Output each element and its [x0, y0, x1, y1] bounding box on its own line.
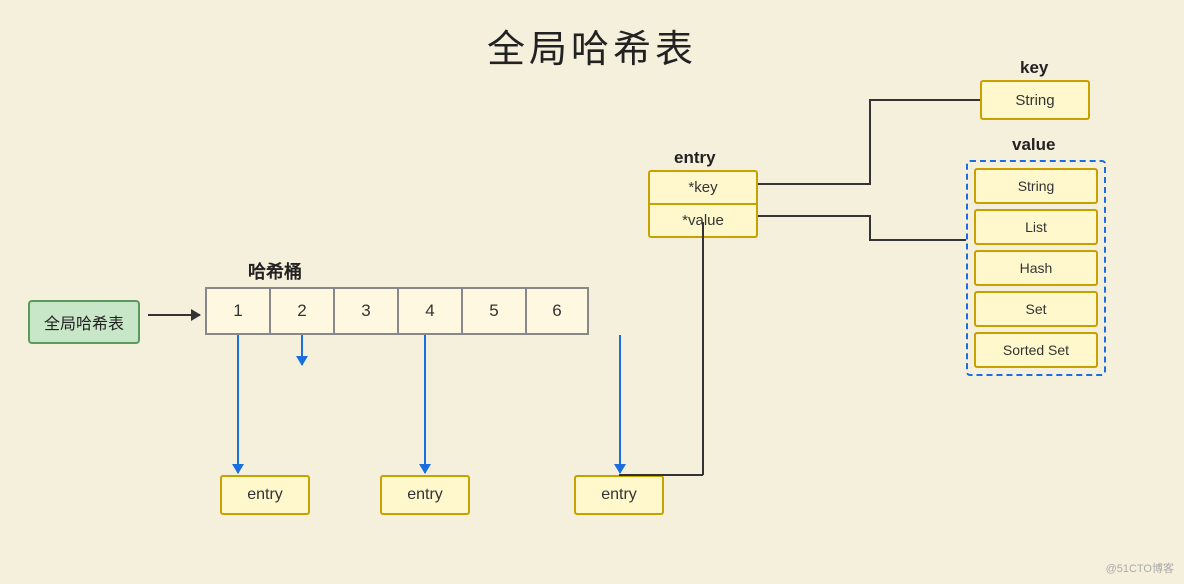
bucket-cell-1: 1 — [205, 287, 269, 335]
entry-value-row: *value — [650, 205, 756, 236]
entry-bottom-2: entry — [380, 475, 470, 515]
key-label: key — [1020, 58, 1048, 78]
entry-bottom-3: entry — [574, 475, 664, 515]
arrow-bucket5-down — [619, 335, 621, 473]
bucket-label: 哈希桶 — [248, 258, 302, 284]
value-string: String — [974, 168, 1098, 204]
arrow-bucket3-down — [424, 335, 426, 473]
key-string-box: String — [980, 80, 1090, 120]
value-sorted-set: Sorted Set — [974, 332, 1098, 368]
entry-key-row: *key — [650, 172, 756, 205]
global-hashtable-box: 全局哈希表 — [28, 300, 140, 344]
bucket-cell-2: 2 — [269, 287, 333, 335]
value-label: value — [1012, 135, 1055, 155]
arrow-bucket1-down — [237, 335, 239, 473]
entry-detail-box: *key *value — [648, 170, 758, 238]
value-set: Set — [974, 291, 1098, 327]
arrow-global-to-buckets — [148, 314, 200, 316]
arrow-bucket2-down — [301, 335, 303, 365]
entry-bottom-1: entry — [220, 475, 310, 515]
value-list: List — [974, 209, 1098, 245]
bucket-cell-4: 4 — [397, 287, 461, 335]
bucket-cell-5: 5 — [461, 287, 525, 335]
bucket-cell-3: 3 — [333, 287, 397, 335]
value-dashed-box: String List Hash Set Sorted Set — [966, 160, 1106, 376]
bucket-row: 1 2 3 4 5 6 — [205, 287, 589, 335]
page-title: 全局哈希表 — [0, 0, 1184, 73]
entry-detail-label: entry — [674, 148, 716, 168]
bucket-cell-6: 6 — [525, 287, 589, 335]
watermark: @51CTO博客 — [1106, 560, 1174, 576]
value-hash: Hash — [974, 250, 1098, 286]
